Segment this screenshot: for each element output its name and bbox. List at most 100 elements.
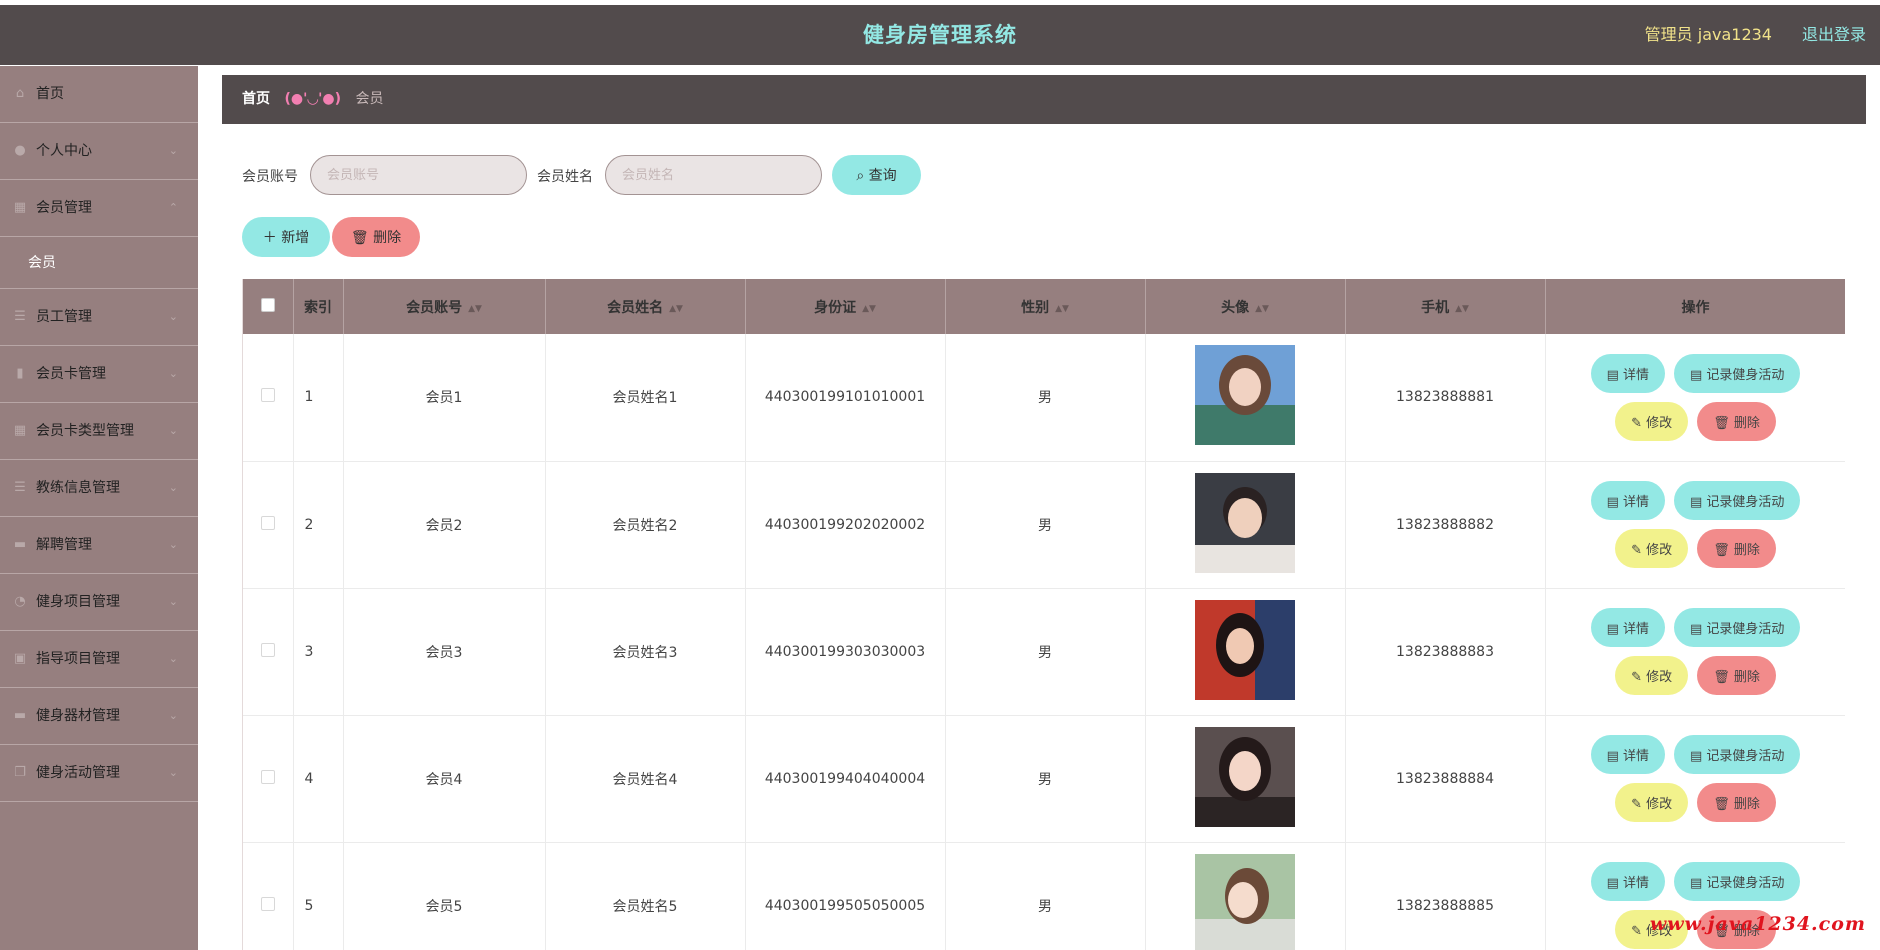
chevron-down-icon: ⌄ [168, 424, 178, 437]
logout-button[interactable]: 退出登录 [1802, 5, 1866, 65]
sort-icon[interactable]: ▲▼ [862, 304, 876, 314]
sidebar-item-equipment-management[interactable]: ▬ 健身器材管理 ⌄ [0, 688, 198, 745]
record-activity-button[interactable]: ▤ 记录健身活动 [1674, 735, 1801, 774]
document-icon: ▤ [1690, 495, 1707, 510]
sidebar-item-fitness-project-management[interactable]: ◔ 健身项目管理 ⌄ [0, 574, 198, 631]
sidebar-item-home[interactable]: ⌂ 首页 [0, 66, 198, 123]
list-icon: ☰ [14, 309, 26, 324]
chevron-down-icon: ⌄ [168, 144, 178, 157]
row-gender: 男 [945, 461, 1146, 589]
gauge-icon: ◔ [14, 594, 26, 609]
breadcrumb: 首页 (●'◡'●) 会员 [222, 75, 1866, 124]
sidebar-item-label: 教练信息管理 [36, 480, 120, 496]
sidebar-item-member-management[interactable]: ▦ 会员管理 ⌃ [0, 180, 198, 237]
row-checkbox[interactable] [260, 896, 275, 911]
sort-icon[interactable]: ▲▼ [1255, 304, 1269, 314]
row-account: 会员1 [343, 334, 546, 462]
column-header-actions: 操作 [1545, 279, 1845, 334]
chevron-down-icon: ⌄ [168, 709, 178, 722]
record-activity-button[interactable]: ▤ 记录健身活动 [1674, 862, 1801, 901]
chevron-down-icon: ⌄ [168, 595, 178, 608]
row-account: 会员3 [343, 588, 546, 716]
batch-delete-button-label: 删除 [373, 230, 402, 246]
grid-icon: ▦ [13, 200, 27, 215]
record-activity-button[interactable]: ▤ 记录健身活动 [1674, 608, 1801, 647]
sidebar-item-coach-management[interactable]: ☰ 教练信息管理 ⌄ [0, 460, 198, 517]
avatar-image [1195, 472, 1295, 573]
sidebar: ⌂ 首页 ● 个人中心 ⌄ ▦ 会员管理 ⌃ 会员 ☰ 员工管理 ⌄ ▮ 会员卡… [0, 66, 198, 950]
document-icon: ▤ [1690, 876, 1707, 891]
row-gender: 男 [945, 588, 1146, 716]
breadcrumb-home[interactable]: 首页 [242, 91, 270, 107]
query-button-label: 查询 [868, 168, 897, 184]
detail-button[interactable]: ▤ 详情 [1590, 735, 1665, 774]
record-activity-button[interactable]: ▤ 记录健身活动 [1674, 481, 1801, 520]
list-icon: ☰ [14, 480, 26, 495]
user-icon: ● [14, 143, 26, 158]
edit-button[interactable]: ✎ 修改 [1615, 529, 1689, 568]
row-index: 3 [293, 588, 344, 716]
avatar-image [1195, 853, 1295, 950]
sidebar-item-label: 健身活动管理 [36, 765, 120, 781]
member-table: 索引 会员账号 ▲▼ 会员姓名 ▲▼ 身份证 ▲▼ 性别 ▲▼ 头像 ▲▼ 手机 ▲▼ 操作… [242, 279, 1845, 950]
sort-icon[interactable]: ▲▼ [669, 304, 683, 314]
sidebar-item-card-management[interactable]: ▮ 会员卡管理 ⌄ [0, 346, 198, 403]
sidebar-item-label: 会员管理 [36, 200, 92, 216]
sidebar-item-guidance-project-management[interactable]: ▣ 指导项目管理 ⌄ [0, 631, 198, 688]
row-checkbox[interactable] [260, 515, 275, 530]
select-all-checkbox[interactable] [260, 297, 275, 312]
delete-button[interactable]: 🗑 删除 [1697, 656, 1776, 695]
row-index: 5 [293, 842, 344, 950]
edit-button[interactable]: ✎ 修改 [1615, 783, 1689, 822]
chart-icon: ▮ [16, 366, 24, 381]
column-header-id-card[interactable]: 身份证 ▲▼ [745, 279, 946, 334]
sort-icon[interactable]: ▲▼ [1455, 304, 1469, 314]
sort-icon[interactable]: ▲▼ [468, 304, 482, 314]
table-header-row: 索引 会员账号 ▲▼ 会员姓名 ▲▼ 身份证 ▲▼ 性别 ▲▼ 头像 ▲▼ 手机 ▲▼ 操作 [243, 279, 1845, 334]
row-account: 会员5 [343, 842, 546, 950]
name-search-input[interactable] [605, 155, 822, 195]
query-button[interactable]: ⌕ 查询 [832, 155, 921, 195]
sidebar-item-card-type-management[interactable]: ▦ 会员卡类型管理 ⌄ [0, 403, 198, 460]
edit-button[interactable]: ✎ 修改 [1615, 656, 1689, 695]
column-header-phone[interactable]: 手机 ▲▼ [1345, 279, 1546, 334]
delete-button[interactable]: 🗑 删除 [1697, 529, 1776, 568]
row-checkbox[interactable] [260, 642, 275, 657]
detail-button[interactable]: ▤ 详情 [1590, 608, 1665, 647]
account-label: 会员账号 [242, 169, 298, 185]
row-gender: 男 [945, 715, 1146, 843]
row-id-card: 440300199101010001 [745, 334, 946, 462]
sidebar-item-activity-management[interactable]: ❐ 健身活动管理 ⌄ [0, 745, 198, 802]
delete-button[interactable]: 🗑 删除 [1697, 783, 1776, 822]
sidebar-item-staff-management[interactable]: ☰ 员工管理 ⌄ [0, 289, 198, 346]
row-checkbox[interactable] [260, 388, 275, 403]
detail-button[interactable]: ▤ 详情 [1590, 862, 1665, 901]
sidebar-item-label: 会员卡管理 [36, 366, 106, 382]
add-button[interactable]: ＋ 新增 [242, 217, 330, 257]
row-name: 会员姓名3 [545, 588, 746, 716]
search-icon: ⌕ [856, 168, 865, 184]
avatar-image [1195, 345, 1295, 446]
row-checkbox[interactable] [260, 769, 275, 784]
sort-icon[interactable]: ▲▼ [1055, 304, 1069, 314]
delete-button[interactable]: 🗑 删除 [1697, 401, 1776, 441]
plus-icon: ＋ [262, 230, 277, 246]
account-search-input[interactable] [310, 155, 527, 195]
column-header-gender[interactable]: 性别 ▲▼ [945, 279, 1146, 334]
column-header-name[interactable]: 会员姓名 ▲▼ [545, 279, 746, 334]
sidebar-item-profile[interactable]: ● 个人中心 ⌄ [0, 123, 198, 180]
record-activity-button[interactable]: ▤ 记录健身活动 [1674, 353, 1801, 393]
detail-button[interactable]: ▤ 详情 [1590, 353, 1665, 393]
column-header-account[interactable]: 会员账号 ▲▼ [343, 279, 546, 334]
detail-button[interactable]: ▤ 详情 [1590, 481, 1665, 520]
sidebar-item-dismissal-management[interactable]: ▬ 解聘管理 ⌄ [0, 517, 198, 574]
sidebar-subitem-member[interactable]: 会员 [0, 237, 198, 289]
row-id-card: 440300199303030003 [745, 588, 946, 716]
edit-icon: ✎ [1631, 670, 1647, 685]
document-icon: ▤ [1690, 367, 1707, 383]
column-header-avatar[interactable]: 头像 ▲▼ [1145, 279, 1346, 334]
chevron-down-icon: ⌄ [168, 538, 178, 551]
batch-delete-button[interactable]: 🗑 删除 [332, 217, 420, 257]
edit-button[interactable]: ✎ 修改 [1615, 401, 1689, 441]
row-account: 会员2 [343, 461, 546, 589]
